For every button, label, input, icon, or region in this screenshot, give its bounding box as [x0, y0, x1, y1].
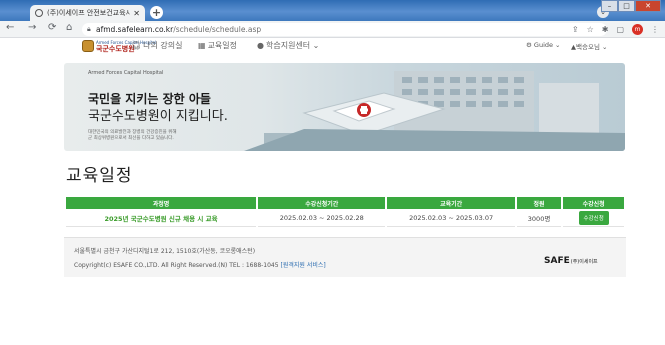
- guide-menu[interactable]: ⚙ Guide ⌄: [526, 41, 561, 49]
- banner-desc-2: 군 최상위병원으로서 최선을 다하고 있습니다.: [88, 136, 174, 141]
- extensions-icon[interactable]: ✱: [602, 21, 609, 38]
- profile-avatar[interactable]: m: [632, 24, 643, 35]
- site-favicon-icon: [35, 9, 43, 17]
- footer-address: 서울특별시 금천구 가산디지털1로 212, 1510호(가산동, 코오롱애스턴…: [74, 248, 256, 255]
- site-footer: 서울특별시 금천구 가산디지털1로 212, 1510호(가산동, 코오롱애스턴…: [64, 237, 626, 277]
- apply-period: 2025.02.03 ~ 2025.02.28: [258, 209, 386, 227]
- browser-tab[interactable]: (주)이세이프 안전보건교육시스템 ✕: [30, 5, 145, 21]
- bookmark-star-icon[interactable]: ☆: [587, 21, 594, 38]
- lock-icon: 🔒︎: [87, 25, 91, 33]
- table-row: 2025년 국군수도병원 신규 채용 시 교육 2025.02.03 ~ 202…: [66, 209, 624, 227]
- address-bar[interactable]: 🔒︎ afmd.safelearn.co.kr/schedule/schedule…: [82, 23, 607, 36]
- menu-support-center[interactable]: ● 학습지원센터 ⌄: [257, 40, 319, 51]
- col-edu-period: 교육기간: [387, 197, 515, 209]
- esafe-logo: SAFE(주)이세이프: [544, 256, 598, 266]
- url-path: /schedule/schedule.asp: [173, 25, 262, 34]
- menu-label: 학습지원센터 ⌄: [265, 41, 320, 50]
- esafe-logo-sub: (주)이세이프: [570, 259, 598, 265]
- back-icon[interactable]: ←: [6, 22, 14, 33]
- new-tab-button[interactable]: +: [150, 6, 163, 19]
- capacity: 3000명: [516, 209, 562, 227]
- col-apply: 수강신청: [563, 197, 624, 209]
- apply-cell: 수강신청: [563, 209, 624, 227]
- window-close-button[interactable]: ✕: [635, 0, 661, 12]
- toolbar-icons: ⇪ ☆ ✱ ▢ m ⋮: [564, 21, 659, 38]
- window-controls: – □ ✕: [601, 0, 661, 12]
- col-apply-period: 수강신청기간: [258, 197, 386, 209]
- menu-label: 나의 강의실: [143, 41, 183, 50]
- menu-my-classroom[interactable]: 🎧︎ 나의 강의실: [131, 40, 183, 51]
- calendar-icon: ▦: [198, 41, 206, 50]
- banner-subtitle: 국군수도병원이 지킵니다.: [88, 109, 228, 124]
- col-capacity: 정원: [516, 197, 562, 209]
- edu-period: 2025.02.03 ~ 2025.03.07: [387, 209, 515, 227]
- url-domain: afmd.safelearn.co.kr: [96, 25, 174, 34]
- minimize-button[interactable]: –: [601, 0, 618, 12]
- guide-label: Guide ⌄: [533, 41, 561, 49]
- home-icon[interactable]: ⌂: [66, 22, 72, 33]
- menu-schedule[interactable]: ▦ 교육일정: [198, 40, 237, 51]
- hospital-emblem-icon: [82, 40, 94, 52]
- footer-copyright: Copyright(c) ESAFE CO.,LTD. All Right Re…: [74, 260, 326, 269]
- share-icon[interactable]: ⇪: [572, 21, 579, 38]
- page-title: 교육일정: [66, 166, 133, 186]
- hospital-building-image: [244, 71, 625, 151]
- headset-icon: 🎧︎: [131, 41, 142, 50]
- user-label: 백승오님 ⌄: [576, 43, 608, 51]
- browser-menu-icon[interactable]: ⋮: [651, 21, 659, 38]
- table-header-row: 과정명 수강신청기간 교육기간 정원 수강신청: [66, 197, 624, 209]
- close-tab-icon[interactable]: ✕: [133, 9, 140, 18]
- forward-icon[interactable]: →: [28, 22, 36, 33]
- course-name: 2025년 국군수도병원 신규 채용 시 교육: [66, 209, 257, 227]
- reload-icon[interactable]: ⟳: [48, 22, 56, 33]
- remote-support-link[interactable]: [원격지원 서비스]: [280, 262, 325, 269]
- copyright-text: Copyright(c) ESAFE CO.,LTD. All Right Re…: [74, 262, 281, 269]
- user-menu[interactable]: ▲백승오님 ⌄: [571, 41, 607, 51]
- logo-name: 국군수도병원: [96, 45, 135, 53]
- browser-toolbar: ← → ⟳ ⌂ 🔒︎ afmd.safelearn.co.kr/schedule/…: [0, 21, 665, 38]
- banner-top-text: Armed Forces Capital Hospital: [88, 70, 164, 76]
- window-titlebar: (주)이세이프 안전보건교육시스템 ✕ + ⌄ – □ ✕: [0, 0, 665, 21]
- menu-label: 교육일정: [207, 41, 238, 50]
- info-icon: ●: [257, 41, 264, 50]
- tab-title: (주)이세이프 안전보건교육시스템: [47, 9, 131, 17]
- col-course: 과정명: [66, 197, 257, 209]
- site-header: Armed Forces Capital Hospital 국군수도병원 🎧︎ 나의…: [0, 38, 665, 54]
- esafe-logo-text: SAFE: [544, 256, 570, 266]
- schedule-table: 과정명 수강신청기간 교육기간 정원 수강신청 2025년 국군수도병원 신규 …: [64, 197, 626, 227]
- apply-button[interactable]: 수강신청: [578, 210, 609, 225]
- sidepanel-icon[interactable]: ▢: [616, 21, 624, 38]
- hero-banner: Armed Forces Capital Hospital 국민을 지키는 장한…: [64, 63, 625, 151]
- maximize-button[interactable]: □: [618, 0, 635, 12]
